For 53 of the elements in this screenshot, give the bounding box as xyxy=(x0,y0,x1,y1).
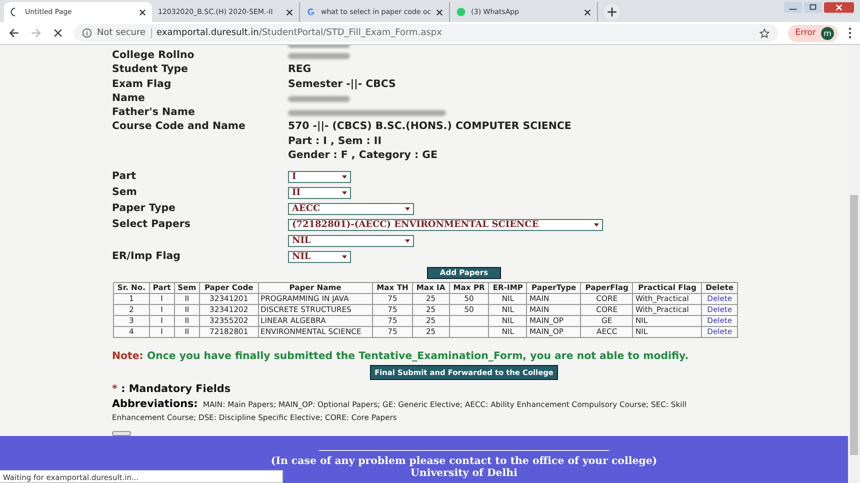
info-icon xyxy=(82,28,92,38)
dropdown[interactable]: AECC xyxy=(288,202,414,214)
field-label: Select Papers xyxy=(112,218,192,232)
field-label: Name xyxy=(112,92,146,106)
new-tab-icon[interactable] xyxy=(604,4,620,20)
field-label: Exam Flag xyxy=(112,78,172,92)
dropdown[interactable]: I xyxy=(288,170,351,182)
close-icon[interactable] xyxy=(584,8,592,16)
field-label: College Rollno xyxy=(112,49,196,63)
field-label: Paper Type xyxy=(112,202,176,216)
footer-text: (In case of any problem please contact to the office of your college) xyxy=(270,455,658,468)
redacted-value xyxy=(288,53,350,59)
field-value: Gender : F , Category : GE xyxy=(288,149,438,163)
field-value: REG xyxy=(288,63,312,77)
dropdown[interactable]: (72182801)-(AECC) ENVIRONMENTAL SCIENCE xyxy=(288,218,603,230)
stop-loading-icon[interactable] xyxy=(52,27,64,39)
field-label: Sem xyxy=(112,186,138,200)
close-icon[interactable] xyxy=(139,8,146,16)
address-bar[interactable]: Not secure examportal.duresult.in/StudentPortal/STD_Fill_Exam_Form.aspx xyxy=(74,24,778,42)
error-button[interactable]: Error m xyxy=(788,24,838,42)
close-icon[interactable] xyxy=(436,8,444,16)
mandatory-fields-text: : Mandatory Fields xyxy=(121,382,231,394)
security-label: Not secure xyxy=(97,28,152,38)
required-asterisk: * xyxy=(112,382,118,394)
restore-icon[interactable] xyxy=(804,2,822,13)
google-g-icon xyxy=(306,7,316,17)
menu-icon[interactable] xyxy=(848,27,852,39)
field-label: Father's Name xyxy=(112,106,196,120)
caret-icon xyxy=(594,222,599,226)
footer-text: University of Delhi xyxy=(410,467,518,480)
note-text: Once you have finally submitted the Tentative_Examination_Form, you are not able to modifiy. xyxy=(146,350,689,362)
redacted-value xyxy=(288,96,350,102)
field-value: Part : I , Sem : II xyxy=(288,134,382,148)
back-arrow-icon[interactable] xyxy=(8,27,20,39)
field-value: 570 -||- (CBCS) B.SC.(HONS.) COMPUTER SCIENCE xyxy=(288,120,572,134)
field-label: Course Code and Name xyxy=(112,120,246,134)
profile-avatar[interactable]: m xyxy=(821,26,834,40)
caret-icon xyxy=(405,206,410,210)
caret-icon xyxy=(342,254,347,258)
field-label: ER/Imp Flag xyxy=(112,250,182,264)
note-label: Note: xyxy=(112,350,144,362)
caret-icon xyxy=(342,190,347,194)
dropdown[interactable]: NIL xyxy=(288,250,351,262)
field-label: Student Type xyxy=(112,63,189,77)
star-icon[interactable] xyxy=(759,28,770,38)
close-icon[interactable] xyxy=(286,8,293,16)
caret-icon xyxy=(342,174,347,178)
dropdown[interactable]: II xyxy=(288,186,351,198)
dropdown[interactable]: NIL xyxy=(288,234,414,246)
field-label: Part xyxy=(112,170,137,184)
field-value: Semester -||- CBCS xyxy=(288,78,396,92)
caret-icon xyxy=(405,238,410,242)
url-text: examportal.duresult.in/StudentPortal/STD_Fill_Exam_Form.aspx xyxy=(156,28,442,38)
